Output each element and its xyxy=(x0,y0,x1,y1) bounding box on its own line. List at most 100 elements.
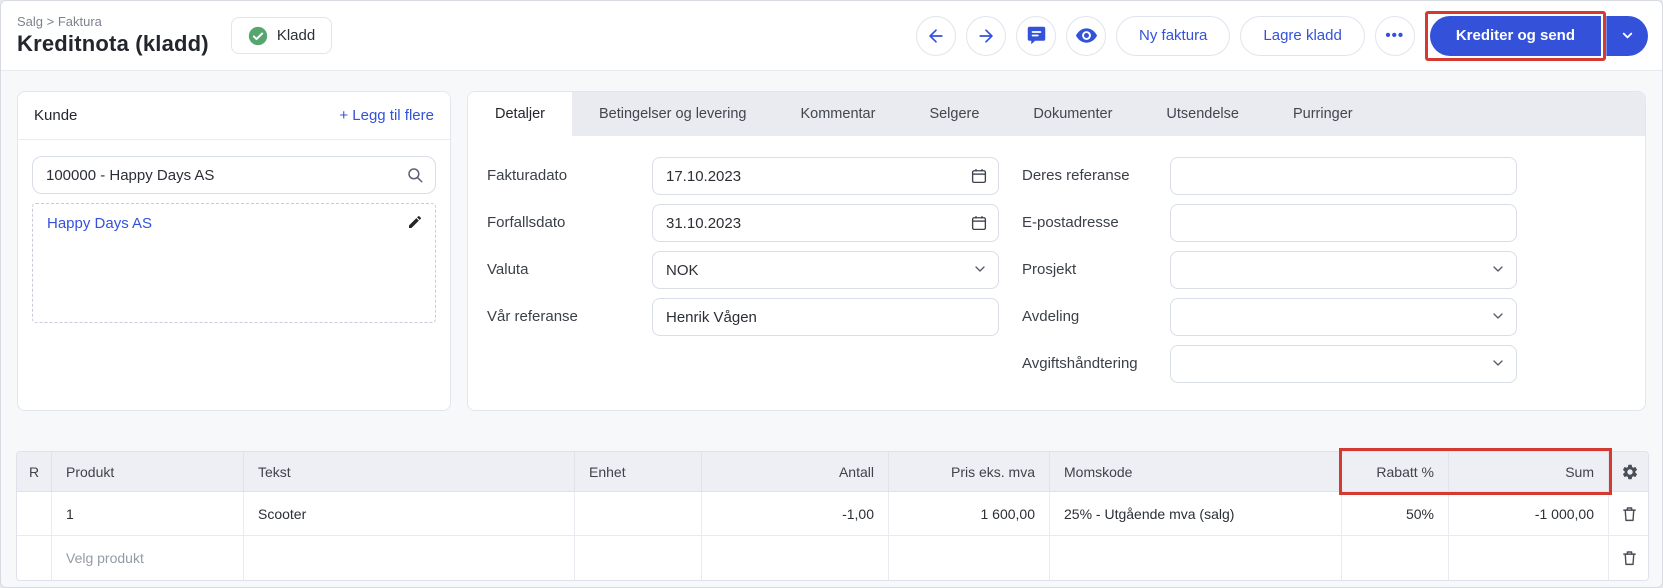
label-prosjekt: Prosjekt xyxy=(999,251,1170,289)
header-actions: Ny faktura Lagre kladd ••• Krediter og s… xyxy=(916,11,1662,61)
app-header: Salg > Faktura Kreditnota (kladd) Kladd … xyxy=(1,1,1662,71)
cell-row-actions xyxy=(1609,536,1649,580)
check-circle-icon xyxy=(248,26,268,46)
panels-row: Kunde + Legg til flere Happy Days AS xyxy=(17,91,1646,411)
project-select-input[interactable] xyxy=(1170,251,1517,289)
label-var-referanse: Vår referanse xyxy=(487,298,652,336)
cell-antall-empty[interactable] xyxy=(702,536,889,580)
breadcrumb[interactable]: Salg > Faktura xyxy=(17,14,209,29)
details-form: Fakturadato Deres referanse Forfallsdato… xyxy=(487,157,1645,383)
cell-r xyxy=(17,492,52,536)
preview-button[interactable] xyxy=(1066,16,1106,56)
email-input[interactable] xyxy=(1170,204,1517,242)
invoice-date-field xyxy=(652,157,999,195)
tab-dokumenter[interactable]: Dokumenter xyxy=(1006,92,1139,136)
cell-rabatt-empty[interactable] xyxy=(1342,536,1449,580)
back-button[interactable] xyxy=(916,16,956,56)
status-badge: Kladd xyxy=(231,17,332,54)
cell-tekst[interactable]: Scooter xyxy=(244,492,575,536)
label-avdeling: Avdeling xyxy=(999,298,1170,336)
cell-momskode-empty[interactable] xyxy=(1050,536,1342,580)
label-avgiftshandtering: Avgiftshåndtering xyxy=(999,345,1170,383)
more-actions-button[interactable]: ••• xyxy=(1375,16,1415,56)
chevron-down-icon xyxy=(1620,28,1635,43)
col-header-produkt: Produkt xyxy=(52,452,244,492)
customer-card: Happy Days AS xyxy=(32,203,436,323)
select-product-input[interactable] xyxy=(52,550,233,566)
eye-icon xyxy=(1075,24,1098,47)
line-items-section: R Produkt Tekst Enhet Antall Pris eks. m… xyxy=(16,451,1649,581)
col-header-sum: Sum xyxy=(1449,452,1609,492)
cell-tekst-empty[interactable] xyxy=(244,536,575,580)
tab-detaljer[interactable]: Detaljer xyxy=(468,92,572,136)
col-header-settings xyxy=(1609,452,1649,492)
cell-pris-empty[interactable] xyxy=(889,536,1050,580)
tab-betingelser-og-levering[interactable]: Betingelser og levering xyxy=(572,92,774,136)
their-reference-input[interactable] xyxy=(1170,157,1517,195)
invoice-date-input[interactable] xyxy=(652,157,999,195)
cell-enhet-empty[interactable] xyxy=(575,536,702,580)
cell-produkt-picker xyxy=(52,536,244,580)
cell-momskode[interactable]: 25% - Utgående mva (salg) xyxy=(1050,492,1342,536)
credit-and-send-button[interactable]: Krediter og send xyxy=(1430,16,1601,56)
forward-button[interactable] xyxy=(966,16,1006,56)
line-item-row: 1 Scooter -1,00 1 600,00 25% - Utgående … xyxy=(17,492,1649,536)
tab-kommentar[interactable]: Kommentar xyxy=(773,92,902,136)
customer-search-input[interactable] xyxy=(32,156,436,194)
pencil-icon xyxy=(407,214,423,230)
col-header-tekst: Tekst xyxy=(244,452,575,492)
department-select-input[interactable] xyxy=(1170,298,1517,336)
their-reference-field xyxy=(1170,157,1517,195)
our-reference-field xyxy=(652,298,999,336)
speech-bubble-icon xyxy=(1026,25,1047,46)
new-invoice-button[interactable]: Ny faktura xyxy=(1116,16,1230,56)
arrow-right-icon xyxy=(976,26,996,46)
label-deres-referanse: Deres referanse xyxy=(999,157,1170,195)
tab-purringer[interactable]: Purringer xyxy=(1266,92,1380,136)
tab-selgere[interactable]: Selgere xyxy=(902,92,1006,136)
ellipsis-icon: ••• xyxy=(1385,27,1404,44)
department-select xyxy=(1170,298,1517,336)
cell-rabatt[interactable]: 50% xyxy=(1342,492,1449,536)
cell-produkt[interactable]: 1 xyxy=(52,492,244,536)
currency-select xyxy=(652,251,999,289)
due-date-input[interactable] xyxy=(652,204,999,242)
vat-handling-select xyxy=(1170,345,1517,383)
vat-handling-select-input[interactable] xyxy=(1170,345,1517,383)
edit-customer-button[interactable] xyxy=(407,214,423,233)
col-header-antall: Antall xyxy=(702,452,889,492)
col-header-enhet: Enhet xyxy=(575,452,702,492)
comment-button[interactable] xyxy=(1016,16,1056,56)
label-epostadresse: E-postadresse xyxy=(999,204,1170,242)
arrow-left-icon xyxy=(926,26,946,46)
table-settings-button[interactable] xyxy=(1609,452,1649,491)
cell-enhet[interactable] xyxy=(575,492,702,536)
customer-name-link[interactable]: Happy Days AS xyxy=(47,215,152,232)
search-icon xyxy=(406,166,424,184)
cell-pris-eks-mva[interactable]: 1 600,00 xyxy=(889,492,1050,536)
customer-panel-title: Kunde xyxy=(34,107,77,124)
col-header-momskode: Momskode xyxy=(1050,452,1342,492)
cell-antall[interactable]: -1,00 xyxy=(702,492,889,536)
label-fakturadato: Fakturadato xyxy=(487,157,652,195)
currency-select-input[interactable] xyxy=(652,251,999,289)
save-draft-button[interactable]: Lagre kladd xyxy=(1240,16,1364,56)
tab-utsendelse[interactable]: Utsendelse xyxy=(1139,92,1266,136)
page-title: Kreditnota (kladd) xyxy=(17,31,209,57)
new-line-item-row xyxy=(17,536,1649,580)
label-forfallsdato: Forfallsdato xyxy=(487,204,652,242)
title-block: Salg > Faktura Kreditnota (kladd) xyxy=(17,14,209,57)
credit-and-send-dropdown-button[interactable] xyxy=(1606,16,1648,56)
delete-row-button[interactable] xyxy=(1609,492,1649,535)
label-valuta: Valuta xyxy=(487,251,652,289)
col-header-r: R xyxy=(17,452,52,492)
cell-r-empty xyxy=(17,536,52,580)
line-items-table-wrap: R Produkt Tekst Enhet Antall Pris eks. m… xyxy=(16,451,1649,581)
col-header-rabatt: Rabatt % xyxy=(1342,452,1449,492)
delete-row-button[interactable] xyxy=(1609,536,1649,580)
email-field xyxy=(1170,204,1517,242)
table-header-row: R Produkt Tekst Enhet Antall Pris eks. m… xyxy=(17,452,1649,492)
add-more-customers-link[interactable]: + Legg til flere xyxy=(339,107,434,124)
details-panel: Detaljer Betingelser og levering Komment… xyxy=(467,91,1646,411)
our-reference-input[interactable] xyxy=(652,298,999,336)
